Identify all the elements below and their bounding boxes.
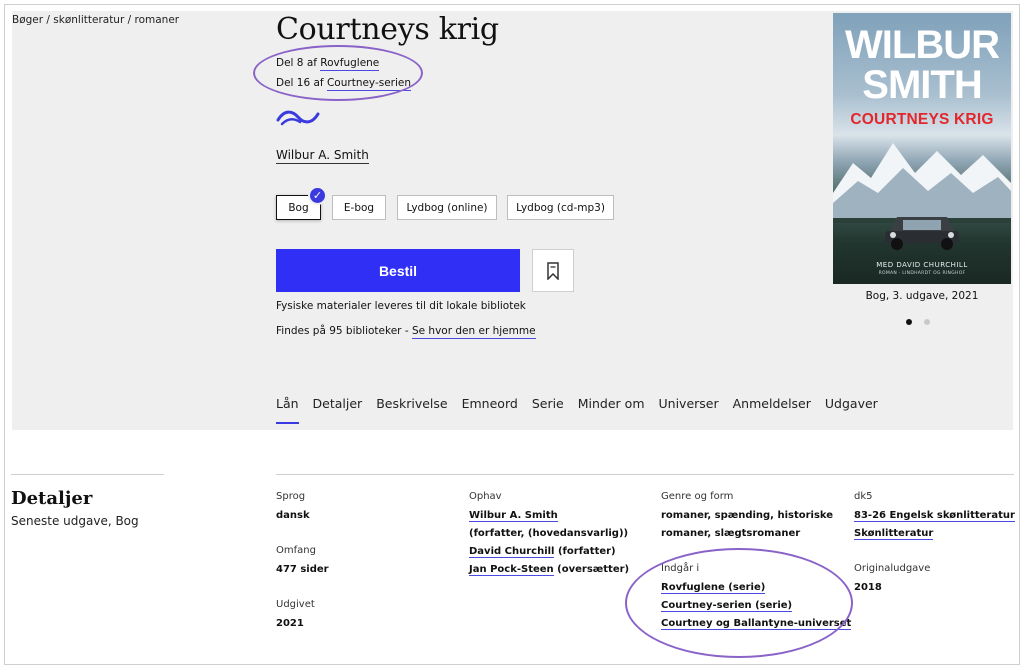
indgaar-row: Rovfuglene (serie)	[661, 579, 851, 597]
availability-link[interactable]: Se hvor den er hjemme	[411, 325, 536, 339]
ophav-role: (oversætter)	[553, 564, 630, 575]
format-lydbog-cd-button[interactable]: Lydbog (cd-mp3)	[507, 195, 614, 220]
page-title: Courtneys krig	[276, 12, 499, 47]
indgaar-row: Courtney og Ballantyne-universet	[661, 615, 852, 633]
sprog-value: dansk	[276, 510, 310, 521]
genre-label: Genre og form	[661, 491, 734, 502]
carousel-dot-2[interactable]	[924, 319, 930, 325]
cover-subtitle: MED DAVID CHURCHILL	[876, 261, 968, 269]
original-value: 2018	[854, 582, 882, 593]
details-col-2: Ophav Wilbur A. Smith (forfatter, (hoved…	[469, 491, 629, 579]
series-line-2: Del 16 af Courtney-serien	[276, 77, 412, 91]
indgaar-link-universet[interactable]: Courtney og Ballantyne-universet	[661, 618, 852, 630]
ophav-label: Ophav	[469, 491, 502, 502]
udgivet-value: 2021	[276, 618, 304, 629]
genre-value-line1: romaner, spænding, historiske	[661, 510, 834, 521]
series-prefix: Del 16 af	[276, 77, 327, 89]
cover-publisher: ROMAN · LINDHARDT OG RINGHOF	[878, 271, 966, 276]
cover-caption: Bog, 3. udgave, 2021	[865, 290, 979, 302]
bookmark-icon	[547, 261, 559, 280]
ophav-link-pock-steen[interactable]: Jan Pock-Steen	[469, 564, 554, 576]
details-col-1: Sprog dansk Omfang 477 sider Udgivet 202…	[276, 491, 329, 653]
dk5-label: dk5	[854, 491, 873, 502]
carousel-dot-1[interactable]	[906, 319, 912, 325]
tab-laan[interactable]: Lån	[276, 396, 299, 424]
dk5-row: Skønlitteratur	[854, 525, 1015, 543]
tab-udgaver[interactable]: Udgaver	[825, 396, 878, 424]
dk5-link-skoenlitteratur[interactable]: Skønlitteratur	[854, 528, 934, 540]
tab-beskrivelse[interactable]: Beskrivelse	[376, 396, 447, 424]
details-subheading: Seneste udgave, Bog	[11, 514, 139, 528]
tab-emneord[interactable]: Emneord	[462, 396, 518, 424]
series-prefix: Del 8 af	[276, 57, 321, 69]
carousel-dots	[906, 319, 930, 325]
details-heading: Detaljer	[11, 488, 93, 509]
availability-info: Findes på 95 biblioteker - Se hvor den e…	[276, 325, 536, 339]
tab-serie[interactable]: Serie	[532, 396, 564, 424]
bookmark-button[interactable]	[532, 249, 574, 292]
details-col-3: Genre og form romaner, spænding, histori…	[661, 491, 852, 633]
delivery-info: Fysiske materialer leveres til dit lokal…	[276, 300, 526, 312]
series-link-courtney[interactable]: Courtney-serien	[326, 77, 412, 91]
tab-minder-om[interactable]: Minder om	[578, 396, 645, 424]
sprog-label: Sprog	[276, 491, 306, 502]
author-link[interactable]: Wilbur A. Smith	[276, 148, 369, 164]
ophav-row: (forfatter, (hovedansvarlig))	[469, 528, 629, 539]
tab-bar: Lån Detaljer Beskrivelse Emneord Serie M…	[276, 396, 892, 424]
ophav-role: (forfatter)	[554, 546, 616, 557]
book-cover[interactable]: WILBUR SMITH COURTNEYS KRIG MED DAVID CH…	[833, 13, 1011, 284]
check-icon: ✓	[308, 186, 327, 205]
divider	[11, 474, 164, 475]
availability-prefix: Findes på 95 biblioteker -	[276, 325, 412, 337]
tab-universer[interactable]: Universer	[659, 396, 719, 424]
ophav-link-churchill[interactable]: David Churchill	[469, 546, 555, 558]
indgaar-row: Courtney-serien (serie)	[661, 597, 851, 615]
format-ebog-button[interactable]: E-bog	[332, 195, 386, 220]
omfang-value: 477 sider	[276, 564, 329, 575]
cover-title: COURTNEYS KRIG	[850, 111, 994, 128]
tab-detaljer[interactable]: Detaljer	[313, 396, 363, 424]
tab-anmeldelser[interactable]: Anmeldelser	[733, 396, 811, 424]
ophav-row: Wilbur A. Smith	[469, 507, 629, 525]
ophav-row: Jan Pock-Steen (oversætter)	[469, 561, 629, 579]
series-line-1: Del 8 af Rovfuglene	[276, 57, 380, 71]
cover-car-illustration	[885, 217, 959, 250]
indgaar-link-courtney[interactable]: Courtney-serien (serie)	[661, 600, 793, 612]
details-col-4: dk5 83-26 Engelsk skønlitteratur Skønlit…	[854, 491, 1015, 597]
order-button[interactable]: Bestil	[276, 249, 520, 292]
format-lydbog-online-button[interactable]: Lydbog (online)	[397, 195, 497, 220]
decorative-squiggle-icon	[276, 110, 320, 126]
cover-author-line2: SMITH	[862, 63, 982, 107]
dk5-link-engelsk[interactable]: 83-26 Engelsk skønlitteratur	[854, 510, 1015, 522]
udgivet-label: Udgivet	[276, 599, 315, 610]
indgaar-label: Indgår i	[661, 563, 700, 574]
omfang-label: Omfang	[276, 545, 316, 556]
indgaar-link-rovfuglene[interactable]: Rovfuglene (serie)	[661, 582, 766, 594]
ophav-row: David Churchill (forfatter)	[469, 543, 629, 561]
series-link-rovfuglene[interactable]: Rovfuglene	[320, 57, 380, 71]
cover-author-line1: WILBUR	[845, 23, 1000, 67]
genre-value-line2: romaner, slægtsromaner	[661, 528, 801, 539]
breadcrumb[interactable]: Bøger / skønlitteratur / romaner	[12, 14, 179, 26]
divider	[276, 474, 1014, 475]
ophav-link-wilbur[interactable]: Wilbur A. Smith	[469, 510, 558, 522]
dk5-row: 83-26 Engelsk skønlitteratur	[854, 507, 1015, 525]
original-label: Originaludgave	[854, 563, 931, 574]
